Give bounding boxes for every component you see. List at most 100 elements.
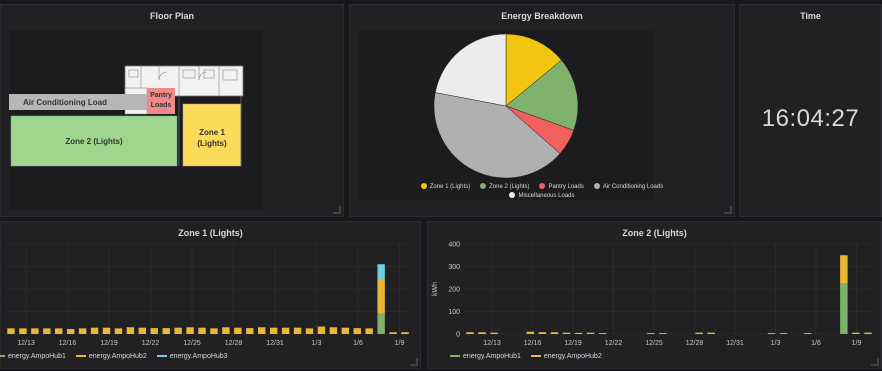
- resize-handle[interactable]: [410, 358, 418, 366]
- bar-segment[interactable]: [550, 332, 559, 334]
- bar-segment[interactable]: [258, 327, 266, 334]
- bar-segment[interactable]: [78, 328, 87, 334]
- legend-label: energy.AmpoHub1: [8, 353, 66, 360]
- resize-handle[interactable]: [724, 206, 732, 214]
- pantry-label-line2: Loads: [150, 102, 172, 109]
- bar-segment[interactable]: [466, 332, 474, 334]
- pie-legend-item[interactable]: Zone 1 (Lights): [420, 183, 470, 190]
- bar-segment[interactable]: [377, 264, 385, 280]
- graph-legend-item[interactable]: energy.AmpoHub2: [75, 353, 147, 360]
- pie-legend-row-2: Miscellaneous Loads: [350, 192, 734, 199]
- bar-segment[interactable]: [852, 332, 860, 334]
- bar-segment[interactable]: [526, 331, 535, 334]
- bar-segment[interactable]: [562, 332, 571, 334]
- floor-plan-title[interactable]: Floor Plan: [1, 11, 343, 21]
- legend-swatch: [0, 355, 5, 358]
- zone1-label: Zone 1 (Lights): [183, 127, 241, 149]
- bar-segment[interactable]: [864, 332, 872, 334]
- legend-swatch: [75, 355, 86, 358]
- graph-legend-item[interactable]: energy.AmpoHub1: [450, 353, 521, 360]
- bar-segment[interactable]: [198, 327, 206, 334]
- bar-segment[interactable]: [55, 328, 63, 334]
- bar-segment[interactable]: [66, 329, 75, 334]
- bar-segment[interactable]: [538, 332, 547, 334]
- bar-segment[interactable]: [114, 328, 123, 334]
- zone1-legend: energy.AmpoHub1 energy.AmpoHub2 energy.Amp…: [0, 353, 238, 360]
- ac-zone-label: Air Conditioning Load: [23, 98, 107, 107]
- x-tick-label: 1/3: [771, 340, 781, 347]
- pie-legend-item[interactable]: Pantry Loads: [539, 183, 584, 190]
- bar-segment[interactable]: [329, 327, 338, 334]
- legend-label: Miscellaneous Loads: [518, 193, 575, 199]
- bar-segment[interactable]: [574, 332, 583, 334]
- resize-handle[interactable]: [333, 206, 341, 214]
- bar-segment[interactable]: [586, 332, 595, 334]
- bar-segment[interactable]: [269, 327, 278, 334]
- bar-segment[interactable]: [389, 332, 397, 334]
- floor-plan-panel: Floor Plan Air Conditioning Load Pantry …: [0, 4, 344, 217]
- bar-segment[interactable]: [707, 332, 715, 334]
- bar-segment[interactable]: [659, 333, 667, 334]
- bar-segment[interactable]: [401, 332, 409, 334]
- x-tick-label: 1/6: [811, 340, 821, 347]
- bar-segment[interactable]: [478, 332, 486, 334]
- pie-legend-item[interactable]: Air Conditioning Loads: [593, 183, 664, 190]
- bar-segment[interactable]: [162, 328, 170, 334]
- x-tick-label: 12/25: [645, 340, 663, 347]
- bar-segment[interactable]: [281, 327, 290, 334]
- time-title[interactable]: Time: [740, 11, 881, 21]
- graph-legend-item[interactable]: energy.AmpoHub2: [530, 353, 602, 360]
- bar-segment[interactable]: [43, 328, 51, 334]
- bar-segment[interactable]: [779, 333, 788, 334]
- pie-legend-item[interactable]: Miscellaneous Loads: [509, 192, 575, 199]
- pie-legend-item[interactable]: Zone 2 (Lights): [480, 183, 529, 190]
- bar-segment[interactable]: [31, 328, 39, 334]
- clock-value: 16:04:27: [761, 105, 860, 132]
- bar-segment[interactable]: [293, 327, 302, 334]
- bar-segment[interactable]: [174, 327, 182, 334]
- graph-legend-item[interactable]: energy.AmpoHub3: [156, 353, 228, 360]
- legend-label: energy.AmpoHub2: [543, 353, 602, 360]
- bar-segment[interactable]: [246, 328, 254, 334]
- bar-segment[interactable]: [138, 327, 147, 334]
- bar-segment[interactable]: [102, 327, 111, 334]
- bar-segment[interactable]: [598, 333, 607, 334]
- bar-segment[interactable]: [222, 327, 230, 334]
- bar-segment[interactable]: [767, 333, 776, 334]
- bar-segment[interactable]: [647, 333, 655, 334]
- bar-segment[interactable]: [186, 327, 194, 334]
- legend-label: energy.AmpoHub3: [169, 353, 228, 360]
- x-tick-label: 12/13: [483, 340, 501, 347]
- resize-handle[interactable]: [871, 358, 879, 366]
- x-tick-label: 12/25: [183, 340, 201, 347]
- bar-segment[interactable]: [490, 332, 498, 334]
- bar-segment[interactable]: [341, 327, 350, 334]
- legend-swatch: [530, 355, 541, 358]
- bar-segment[interactable]: [126, 327, 135, 334]
- bar-segment[interactable]: [19, 328, 27, 334]
- bar-segment[interactable]: [305, 328, 314, 334]
- bar-segment[interactable]: [840, 255, 848, 284]
- bar-segment[interactable]: [840, 283, 848, 334]
- pantry-label-line1: Pantry: [150, 92, 172, 99]
- bar-segment[interactable]: [90, 327, 99, 334]
- bar-segment[interactable]: [150, 328, 158, 334]
- y-axis-label: kWh: [432, 282, 439, 296]
- bar-segment[interactable]: [377, 313, 385, 334]
- bar-segment[interactable]: [353, 328, 361, 334]
- bar-segment[interactable]: [365, 328, 373, 334]
- bar-segment[interactable]: [695, 332, 703, 334]
- bar-segment[interactable]: [803, 333, 812, 334]
- bar-segment[interactable]: [377, 280, 385, 314]
- graph-legend-item[interactable]: energy.AmpoHub1: [0, 353, 66, 360]
- bar-segment[interactable]: [234, 327, 242, 334]
- y-tick-label: 100: [448, 309, 460, 316]
- bar-segment[interactable]: [317, 326, 326, 334]
- bar-segment[interactable]: [210, 328, 218, 334]
- x-tick-label: 12/13: [17, 340, 35, 347]
- bar-segment[interactable]: [7, 328, 15, 334]
- zone2-bar-chart: 12/13 12/16 12/19 12/22 12/25 12/28 12/31 1/3 1/…: [432, 242, 874, 347]
- x-tick-label: 12/28: [686, 340, 704, 347]
- legend-label: Air Conditioning Loads: [602, 184, 664, 190]
- energy-breakdown-title[interactable]: Energy Breakdown: [350, 11, 734, 21]
